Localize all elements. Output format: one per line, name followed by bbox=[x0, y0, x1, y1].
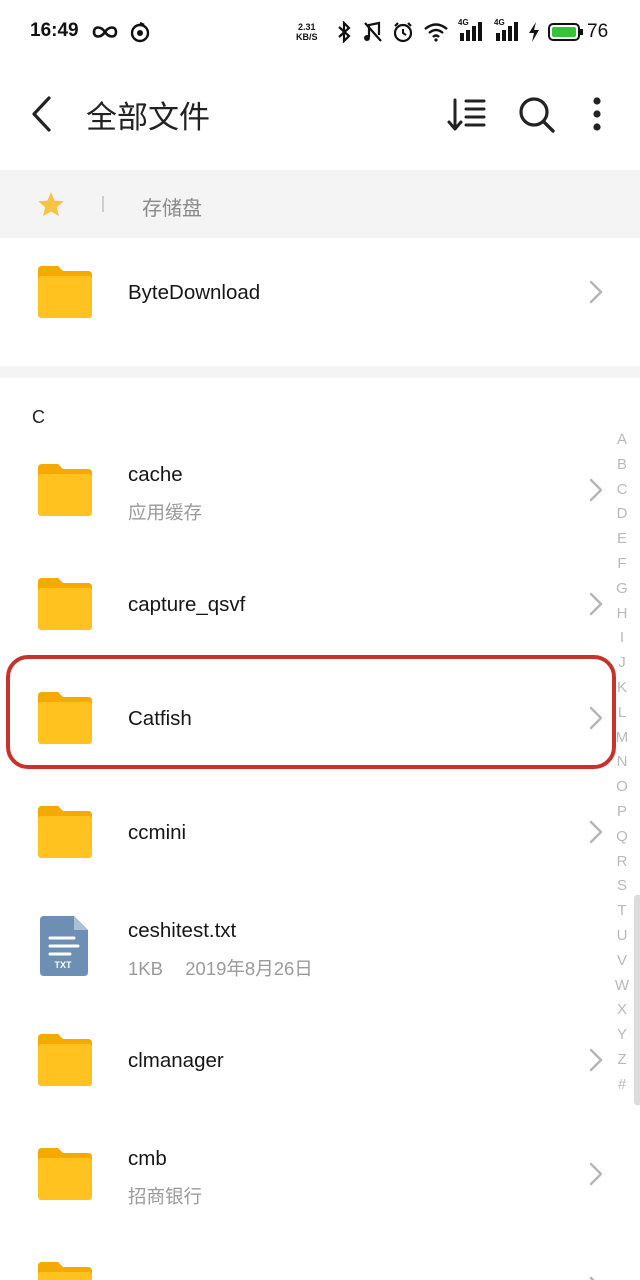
chevron-right-icon bbox=[588, 477, 604, 503]
signal-icon-1: 4G bbox=[456, 18, 486, 44]
index-letter-p[interactable]: P bbox=[606, 800, 638, 825]
breadcrumb bbox=[0, 170, 640, 238]
index-letter-a[interactable]: A bbox=[606, 428, 638, 453]
list-item-cache[interactable]: cache 应用缓存 bbox=[0, 436, 640, 546]
index-letter-b[interactable]: B bbox=[606, 453, 638, 478]
alarm-icon bbox=[392, 20, 414, 44]
chevron-right-icon bbox=[588, 1161, 604, 1187]
chevron-right-icon bbox=[588, 819, 604, 845]
back-icon bbox=[32, 96, 51, 132]
list-item-capture-qsvf[interactable]: capture_qsvf bbox=[0, 550, 640, 660]
txt-file-icon: TXT bbox=[40, 916, 88, 976]
breadcrumb-storage[interactable]: 存储盘 bbox=[142, 192, 202, 221]
highlight-annotation bbox=[6, 655, 616, 769]
item-meta: 1KB 2019年8月26日 bbox=[128, 955, 313, 981]
search-button[interactable] bbox=[516, 94, 558, 136]
charging-icon bbox=[526, 20, 542, 44]
item-subtitle: 应用缓存 bbox=[128, 502, 203, 523]
item-name: capture_qsvf bbox=[128, 593, 246, 616]
folder-icon bbox=[38, 1262, 92, 1280]
file-size: 1KB bbox=[128, 958, 163, 979]
index-letter-j[interactable]: J bbox=[606, 651, 638, 676]
star-icon bbox=[38, 192, 64, 217]
sort-button[interactable] bbox=[446, 94, 490, 136]
mute-icon bbox=[362, 20, 384, 44]
item-name: cmb bbox=[128, 1147, 167, 1170]
list-item-clmanager[interactable]: clmanager bbox=[0, 1006, 640, 1116]
infinity-icon bbox=[90, 20, 120, 44]
index-letter-s[interactable]: S bbox=[606, 874, 638, 899]
index-letter-n[interactable]: N bbox=[606, 750, 638, 775]
index-letter-c[interactable]: C bbox=[606, 478, 638, 503]
file-date: 2019年8月26日 bbox=[185, 958, 313, 979]
net-speed: 2.31 KB/S bbox=[296, 22, 318, 42]
search-icon bbox=[519, 97, 555, 133]
index-letter-l[interactable]: L bbox=[606, 701, 638, 726]
index-letter-g[interactable]: G bbox=[606, 577, 638, 602]
index-letter-i[interactable]: I bbox=[606, 626, 638, 651]
list-item-bytedownload[interactable]: ByteDownload bbox=[0, 238, 640, 348]
index-letter-r[interactable]: R bbox=[606, 850, 638, 875]
index-letter-k[interactable]: K bbox=[606, 676, 638, 701]
signal-icon-2: 4G bbox=[492, 18, 522, 44]
item-name: clmanager bbox=[128, 1049, 224, 1072]
section-header-c: C bbox=[32, 407, 45, 427]
folder-icon bbox=[38, 1034, 92, 1086]
chevron-right-icon bbox=[588, 279, 604, 305]
more-button[interactable] bbox=[584, 94, 610, 136]
list-item-ceshitest-txt[interactable]: TXT ceshitest.txt 1KB 2019年8月26日 bbox=[0, 892, 640, 1002]
battery-icon bbox=[548, 20, 584, 44]
index-letter-o[interactable]: O bbox=[606, 775, 638, 800]
sort-icon bbox=[447, 98, 486, 131]
list-item-cmb[interactable]: cmb 招商银行 bbox=[0, 1120, 640, 1230]
back-button[interactable] bbox=[20, 92, 64, 136]
folder-icon bbox=[38, 578, 92, 630]
favorites-star-button[interactable] bbox=[36, 190, 66, 220]
breadcrumb-separator bbox=[102, 196, 104, 212]
folder-icon bbox=[38, 1148, 92, 1200]
folder-icon bbox=[38, 464, 92, 516]
scroll-edge bbox=[634, 895, 640, 1105]
item-name: ByteDownload bbox=[128, 281, 261, 304]
wifi-icon bbox=[422, 20, 450, 44]
list-item-partial[interactable] bbox=[0, 1234, 640, 1280]
section-divider bbox=[0, 366, 640, 378]
index-letter-e[interactable]: E bbox=[606, 527, 638, 552]
index-letter-h[interactable]: H bbox=[606, 602, 638, 627]
page-title: 全部文件 bbox=[86, 100, 210, 135]
chevron-right-icon bbox=[588, 1047, 604, 1073]
status-time: 16:49 bbox=[30, 20, 79, 41]
bluetooth-icon bbox=[334, 20, 354, 44]
more-icon bbox=[593, 97, 601, 131]
folder-icon bbox=[38, 806, 92, 858]
index-letter-m[interactable]: M bbox=[606, 726, 638, 751]
chevron-right-icon bbox=[588, 591, 604, 617]
list-item-ccmini[interactable]: ccmini bbox=[0, 778, 640, 888]
status-bar: 16:49 2.31 KB/S 4G 4G 76 bbox=[0, 0, 640, 66]
index-letter-f[interactable]: F bbox=[606, 552, 638, 577]
index-letter-q[interactable]: Q bbox=[606, 825, 638, 850]
item-name: ceshitest.txt bbox=[128, 919, 237, 942]
sync-icon bbox=[128, 20, 152, 44]
index-letter-d[interactable]: D bbox=[606, 502, 638, 527]
folder-icon bbox=[38, 266, 92, 318]
item-name: cache bbox=[128, 463, 183, 486]
item-subtitle: 招商银行 bbox=[128, 1186, 203, 1207]
chevron-right-icon bbox=[588, 1275, 604, 1280]
item-name: ccmini bbox=[128, 821, 187, 844]
battery-level: 76 bbox=[587, 21, 609, 42]
